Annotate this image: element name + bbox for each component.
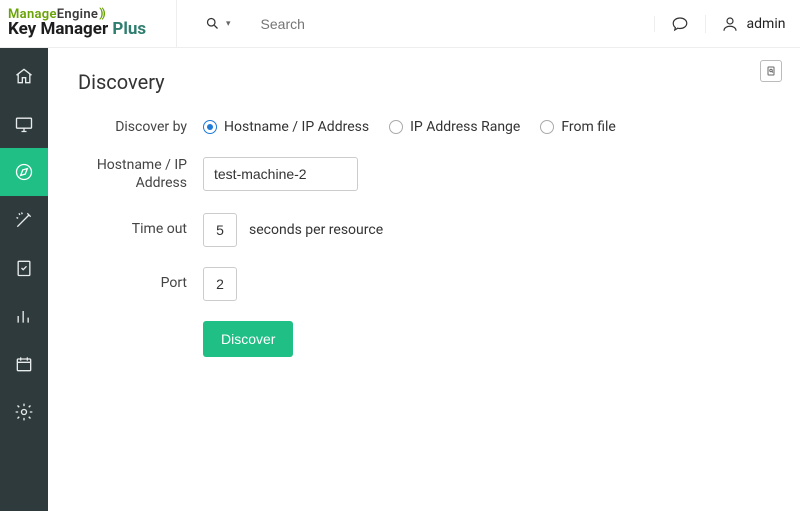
label-hostname: Hostname / IP Address [78, 156, 203, 192]
logo-text-plus: Plus [112, 19, 146, 39]
search-icon [205, 16, 220, 31]
top-bar: ManageEngine)) Key Manager Plus ▾ admin [0, 0, 800, 48]
logo-text-keymanager: Key Manager [8, 19, 112, 39]
radio-dot-icon [203, 120, 217, 134]
nav-monitor[interactable] [0, 100, 48, 148]
radio-hostname[interactable]: Hostname / IP Address [203, 119, 369, 135]
page-action-button[interactable] [760, 60, 782, 82]
nav-reports[interactable] [0, 292, 48, 340]
calendar-icon [14, 354, 34, 374]
radio-dot-icon [389, 120, 403, 134]
port-input[interactable] [203, 267, 237, 301]
nav-home[interactable] [0, 52, 48, 100]
nav-settings[interactable] [0, 388, 48, 436]
document-search-icon [765, 65, 777, 77]
help-chat-button[interactable] [655, 15, 705, 33]
timeout-suffix: seconds per resource [249, 222, 383, 238]
user-menu[interactable]: admin [705, 15, 800, 33]
radio-hostname-label: Hostname / IP Address [224, 119, 369, 135]
label-timeout: Time out [78, 220, 203, 238]
search-input[interactable] [261, 16, 461, 32]
checklist-icon [14, 258, 34, 278]
product-logo: ManageEngine)) Key Manager Plus [0, 8, 176, 39]
bar-chart-icon [14, 306, 34, 326]
home-icon [14, 66, 34, 86]
monitor-icon [14, 114, 34, 134]
nav-discovery[interactable] [0, 148, 48, 196]
page-title: Discovery [78, 70, 770, 94]
chat-icon [671, 15, 689, 33]
logo-signal-icon: )) [99, 6, 103, 20]
gear-icon [14, 402, 34, 422]
compass-icon [14, 162, 34, 182]
radio-dot-icon [540, 120, 554, 134]
radio-from-file-label: From file [561, 119, 616, 135]
search-area: ▾ [177, 16, 655, 32]
radio-ip-range[interactable]: IP Address Range [389, 119, 520, 135]
search-dropdown-caret-icon[interactable]: ▾ [226, 19, 231, 29]
user-label: admin [747, 16, 786, 32]
radio-ip-range-label: IP Address Range [410, 119, 520, 135]
nav-tasks[interactable] [0, 244, 48, 292]
nav-wizard[interactable] [0, 196, 48, 244]
nav-schedule[interactable] [0, 340, 48, 388]
discover-button[interactable]: Discover [203, 321, 293, 357]
user-icon [721, 15, 739, 33]
wand-icon [14, 210, 34, 230]
sidebar [0, 48, 48, 511]
label-port: Port [78, 274, 203, 292]
radio-from-file[interactable]: From file [540, 119, 616, 135]
main-panel: Discovery Discover by Hostname / IP Addr… [48, 48, 800, 511]
timeout-input[interactable] [203, 213, 237, 247]
label-discover-by: Discover by [78, 118, 203, 136]
hostname-input[interactable] [203, 157, 358, 191]
